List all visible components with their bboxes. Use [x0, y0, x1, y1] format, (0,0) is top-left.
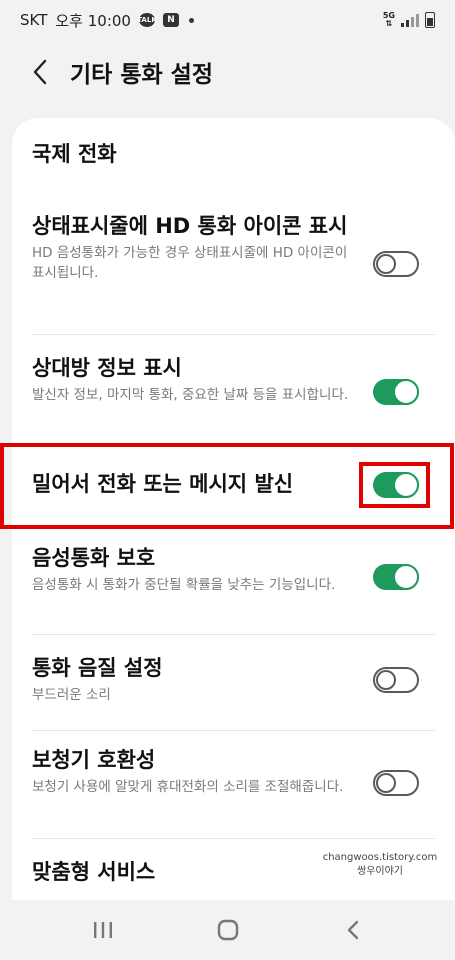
chevron-left-icon: [33, 59, 47, 85]
toggle-knob: [376, 254, 396, 274]
clock: 오후 10:00: [55, 11, 131, 30]
nav-back-button[interactable]: [323, 910, 383, 950]
setting-text: 보청기 호환성 보청기 사용에 알맞게 휴대전화의 소리를 조절해줍니다.: [32, 746, 352, 797]
kakaotalk-icon: TALK: [137, 13, 157, 27]
toggle-knob: [393, 564, 419, 590]
naver-icon: N: [162, 13, 179, 27]
battery-icon: [425, 12, 435, 28]
back-button[interactable]: [16, 48, 64, 96]
network-icon: 5G ⇅: [383, 12, 395, 28]
divider: [32, 444, 435, 445]
toggle-knob: [376, 773, 396, 793]
watermark: changwoos.tistory.com 쌍우이야기: [320, 851, 440, 879]
setting-subtitle: 발신자 정보, 마지막 통화, 중요한 날짜 등을 표시합니다.: [32, 387, 349, 403]
watermark-name: 쌍우이야기: [357, 866, 403, 877]
app-header: 기타 통화 설정: [0, 40, 455, 104]
page-title: 기타 통화 설정: [70, 62, 213, 88]
back-icon: [347, 920, 358, 940]
watermark-url: changwoos.tistory.com: [322, 852, 438, 863]
toggle-knob: [376, 670, 396, 690]
setting-text: 밀어서 전화 또는 메시지 발신: [32, 470, 362, 498]
settings-card: 국제 전화 상태표시줄에 HD 통화 아이콘 표시 HD 음성통화가 가능한 경…: [12, 118, 455, 900]
caller-info-toggle[interactable]: [373, 379, 419, 405]
hearing-aid-toggle[interactable]: [373, 770, 419, 796]
status-right: 5G ⇅: [383, 12, 435, 28]
setting-subtitle: HD 음성통화가 가능한 경우 상태표시줄에 HD 아이콘이 표시됩니다.: [32, 245, 348, 281]
setting-text: 통화 음질 설정 부드러운 소리: [32, 654, 352, 705]
dot-icon: [188, 17, 194, 23]
setting-title: 보청기 호환성: [32, 748, 156, 772]
setting-subtitle: 부드러운 소리: [32, 687, 111, 703]
network-arrows: ⇅: [385, 19, 393, 28]
setting-title: 상태표시줄에 HD 통화 아이콘 표시: [32, 214, 348, 238]
setting-title: 통화 음질 설정: [32, 656, 163, 680]
carrier-label: SKT: [20, 11, 48, 29]
home-button[interactable]: [198, 910, 258, 950]
divider: [32, 334, 435, 335]
setting-title: 밀어서 전화 또는 메시지 발신: [32, 472, 294, 496]
setting-subtitle: 보청기 사용에 알맞게 휴대전화의 소리를 조절해줍니다.: [32, 779, 344, 795]
setting-title: 국제 전화: [32, 142, 117, 166]
setting-international-call[interactable]: 국제 전화: [12, 140, 455, 168]
navigation-bar: [0, 900, 455, 960]
setting-subtitle: 음성통화 시 통화가 중단될 확률을 낮추는 기능입니다.: [32, 577, 336, 593]
recent-apps-button[interactable]: [73, 910, 133, 950]
setting-title: 음성통화 보호: [32, 546, 156, 570]
setting-text: 음성통화 보호 음성통화 시 통화가 중단될 확률을 낮추는 기능입니다.: [32, 544, 352, 595]
setting-text: 상태표시줄에 HD 통화 아이콘 표시 HD 음성통화가 가능한 경우 상태표시…: [32, 212, 352, 283]
setting-title: 상대방 정보 표시: [32, 356, 182, 380]
voice-call-protection-toggle[interactable]: [373, 564, 419, 590]
toggle-knob: [393, 472, 419, 498]
setting-text: 상대방 정보 표시 발신자 정보, 마지막 통화, 중요한 날짜 등을 표시합니…: [32, 354, 352, 405]
recent-apps-icon: [93, 922, 112, 938]
divider: [32, 634, 435, 635]
divider: [32, 730, 435, 731]
status-left: SKT 오후 10:00 TALK N: [20, 10, 194, 31]
status-bar: SKT 오후 10:00 TALK N 5G ⇅: [0, 0, 455, 40]
swipe-to-call-toggle[interactable]: [373, 472, 419, 498]
toggle-knob: [393, 379, 419, 405]
home-icon: [217, 919, 238, 941]
signal-icon: [401, 13, 419, 27]
hd-call-icon-toggle[interactable]: [373, 251, 419, 277]
divider: [32, 838, 435, 839]
call-quality-toggle[interactable]: [373, 667, 419, 693]
